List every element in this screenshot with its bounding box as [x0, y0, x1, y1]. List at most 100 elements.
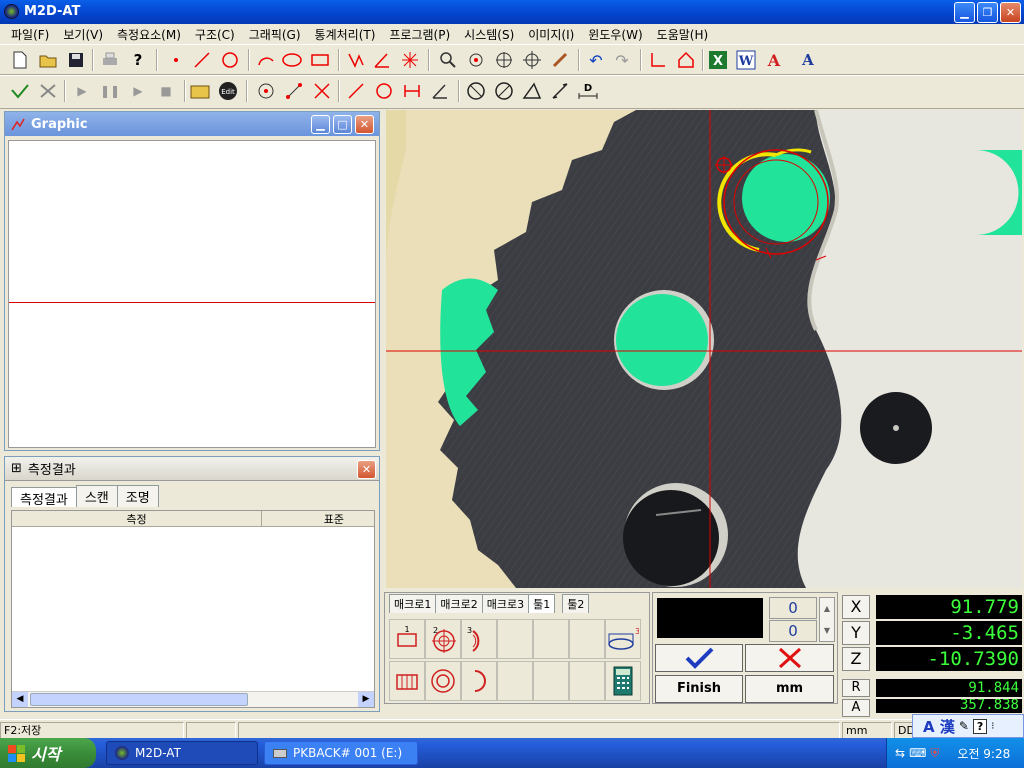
camera-view[interactable]	[386, 110, 1022, 588]
scroll-right-button[interactable]: ▶	[358, 692, 374, 707]
target-icon[interactable]	[492, 48, 516, 72]
tab-lighting[interactable]: 조명	[116, 485, 159, 507]
column-measure[interactable]: 측정	[12, 511, 262, 526]
menu-program[interactable]: 프로그램(P)	[382, 26, 457, 43]
scroll-left-button[interactable]: ◀	[12, 692, 28, 707]
zoom-icon[interactable]	[436, 48, 460, 72]
width-icon[interactable]	[400, 79, 424, 103]
close-button[interactable]: ✕	[1000, 2, 1021, 23]
edit-program-icon[interactable]: Edit	[216, 79, 240, 103]
cancel-button[interactable]	[745, 644, 834, 672]
empty-tool-slot[interactable]	[569, 619, 605, 659]
star-icon[interactable]	[398, 48, 422, 72]
column-standard[interactable]: 표준	[262, 511, 374, 526]
ime-options-icon[interactable]: ⁝	[991, 721, 994, 732]
word-icon[interactable]: W	[734, 48, 758, 72]
counter-top-field[interactable]: 0	[769, 597, 817, 619]
finish-button[interactable]: Finish	[655, 675, 743, 703]
graphic-maximize-button[interactable]: □	[333, 115, 352, 134]
ime-help-icon[interactable]: ?	[972, 718, 988, 734]
new-icon[interactable]	[8, 48, 32, 72]
angle-measure-icon[interactable]	[520, 79, 544, 103]
coordinate-icon[interactable]	[646, 48, 670, 72]
program-folder-icon[interactable]	[188, 79, 212, 103]
play-icon[interactable]: ▶	[126, 79, 150, 103]
empty-tool-slot[interactable]	[569, 661, 605, 701]
tab-tool1[interactable]: 툴1	[528, 594, 556, 613]
circle-diameter-icon[interactable]	[464, 79, 488, 103]
results-table[interactable]: 측정 표준 ◀ ▶	[11, 510, 375, 708]
center-point-icon[interactable]	[254, 79, 278, 103]
graphic-close-button[interactable]: ✕	[355, 115, 374, 134]
macro-rect-1-button[interactable]: 1	[389, 619, 425, 659]
tab-macro2[interactable]: 매크로2	[435, 594, 483, 613]
focus-icon[interactable]	[464, 48, 488, 72]
help-icon[interactable]: ?	[126, 48, 150, 72]
menu-construct[interactable]: 구조(C)	[188, 26, 242, 43]
macro-rect-multi-button[interactable]	[389, 661, 425, 701]
print-icon[interactable]	[98, 48, 122, 72]
menu-view[interactable]: 보기(V)	[56, 26, 110, 43]
macro-target-2-button[interactable]: 2	[425, 619, 461, 659]
tab-macro1[interactable]: 매크로1	[389, 594, 437, 613]
diagonal-distance-icon[interactable]	[548, 79, 572, 103]
spin-down-icon[interactable]: ▼	[820, 620, 834, 642]
point-icon[interactable]	[164, 48, 188, 72]
tab-tool2[interactable]: 툴2	[562, 594, 590, 613]
tab-macro3[interactable]: 매크로3	[481, 594, 530, 613]
line-tool-icon[interactable]	[344, 79, 368, 103]
macro-ring-button[interactable]	[425, 661, 461, 701]
circle-radius-icon[interactable]	[492, 79, 516, 103]
ime-label[interactable]: A 漢	[923, 716, 955, 737]
home-icon[interactable]	[674, 48, 698, 72]
text-icon[interactable]: A	[796, 48, 820, 72]
horizontal-scrollbar[interactable]: ◀ ▶	[12, 691, 374, 707]
polyline-icon[interactable]	[344, 48, 368, 72]
tab-results[interactable]: 측정결과	[11, 487, 77, 508]
clear-points-icon[interactable]	[36, 79, 60, 103]
tab-scan[interactable]: 스캔	[75, 485, 118, 507]
menu-file[interactable]: 파일(F)	[4, 26, 56, 43]
results-close-button[interactable]: ✕	[357, 460, 376, 479]
excel-icon[interactable]: X	[706, 48, 730, 72]
ime-toolbar[interactable]: A 漢 ✎ ? ⁝	[912, 714, 1024, 738]
calculator-button[interactable]	[605, 661, 641, 701]
counter-spinner[interactable]: ▲ ▼	[819, 597, 835, 642]
report-icon[interactable]: A	[762, 48, 786, 72]
rectangle-icon[interactable]	[308, 48, 332, 72]
macro-arc-button[interactable]	[461, 661, 497, 701]
ellipse-icon[interactable]	[280, 48, 304, 72]
empty-tool-slot[interactable]	[533, 661, 569, 701]
crosshair-icon[interactable]	[520, 48, 544, 72]
menu-help[interactable]: 도움말(H)	[650, 26, 716, 43]
save-icon[interactable]	[64, 48, 88, 72]
edit-icon[interactable]	[548, 48, 572, 72]
task-pkback[interactable]: PKBACK# 001 (E:)	[264, 741, 418, 765]
empty-tool-slot[interactable]	[497, 661, 533, 701]
restore-button[interactable]: ❐	[977, 2, 998, 23]
menu-system[interactable]: 시스템(S)	[457, 26, 521, 43]
clock[interactable]: 오전 9:28	[957, 745, 1010, 762]
tray-shield-icon[interactable]: ⛨	[930, 746, 939, 761]
menu-graphic[interactable]: 그래픽(G)	[242, 26, 308, 43]
cylinder-3-button[interactable]: 3	[605, 619, 641, 659]
tray-keyboard-icon[interactable]: ⌨	[909, 746, 926, 760]
start-button[interactable]: 시작	[0, 738, 96, 768]
minimize-button[interactable]: ▁	[954, 2, 975, 23]
open-folder-icon[interactable]	[36, 48, 60, 72]
macro-arc-3-button[interactable]: 3	[461, 619, 497, 659]
arc-icon[interactable]	[254, 48, 278, 72]
menu-window[interactable]: 윈도우(W)	[581, 26, 649, 43]
confirm-button[interactable]	[655, 644, 743, 672]
tray-network-icon[interactable]: ⇆	[895, 746, 905, 760]
line-icon[interactable]	[190, 48, 214, 72]
ime-tools-icon[interactable]: ✎	[959, 719, 969, 733]
redo-icon[interactable]: ↷	[610, 48, 634, 72]
circle-tool-icon[interactable]	[372, 79, 396, 103]
menu-statistics[interactable]: 통계처리(T)	[308, 26, 383, 43]
spin-up-icon[interactable]: ▲	[820, 598, 834, 620]
task-m2d-at[interactable]: M2D-AT	[106, 741, 258, 765]
menu-image[interactable]: 이미지(I)	[521, 26, 581, 43]
undo-icon[interactable]: ↶	[584, 48, 608, 72]
graphic-minimize-button[interactable]: ▁	[311, 115, 330, 134]
